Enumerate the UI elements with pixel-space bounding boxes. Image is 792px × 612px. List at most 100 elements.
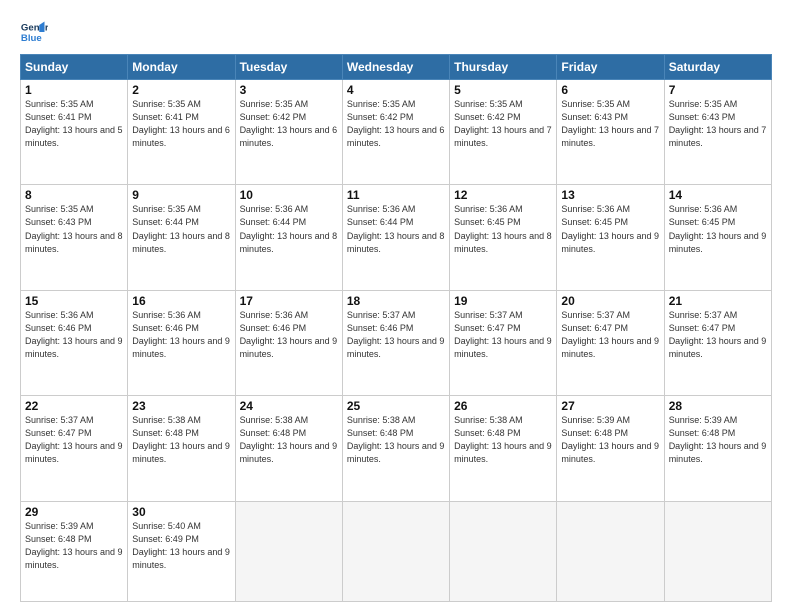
day-number: 19 — [454, 294, 552, 308]
weekday-header: Thursday — [450, 55, 557, 80]
day-number: 4 — [347, 83, 445, 97]
day-number: 8 — [25, 188, 123, 202]
svg-text:Blue: Blue — [21, 33, 42, 44]
day-info: Sunrise: 5:36 AMSunset: 6:45 PMDaylight:… — [669, 203, 767, 255]
day-info: Sunrise: 5:35 AMSunset: 6:42 PMDaylight:… — [347, 98, 445, 150]
calendar-day-cell: 22Sunrise: 5:37 AMSunset: 6:47 PMDayligh… — [21, 396, 128, 501]
calendar-day-cell: 23Sunrise: 5:38 AMSunset: 6:48 PMDayligh… — [128, 396, 235, 501]
day-number: 17 — [240, 294, 338, 308]
day-number: 13 — [561, 188, 659, 202]
calendar-day-cell: 10Sunrise: 5:36 AMSunset: 6:44 PMDayligh… — [235, 185, 342, 290]
calendar-day-cell: 3Sunrise: 5:35 AMSunset: 6:42 PMDaylight… — [235, 80, 342, 185]
calendar-day-cell: 9Sunrise: 5:35 AMSunset: 6:44 PMDaylight… — [128, 185, 235, 290]
calendar-day-cell — [450, 501, 557, 601]
weekday-header: Monday — [128, 55, 235, 80]
day-number: 24 — [240, 399, 338, 413]
calendar-day-cell: 21Sunrise: 5:37 AMSunset: 6:47 PMDayligh… — [664, 290, 771, 395]
calendar-week-row: 1 Sunrise: 5:35 AMSunset: 6:41 PMDaylight… — [21, 80, 772, 185]
day-number: 6 — [561, 83, 659, 97]
calendar-day-cell: 6Sunrise: 5:35 AMSunset: 6:43 PMDaylight… — [557, 80, 664, 185]
weekday-header: Sunday — [21, 55, 128, 80]
day-info: Sunrise: 5:40 AMSunset: 6:49 PMDaylight:… — [132, 520, 230, 572]
day-info: Sunrise: 5:37 AMSunset: 6:46 PMDaylight:… — [347, 309, 445, 361]
calendar-day-cell: 12Sunrise: 5:36 AMSunset: 6:45 PMDayligh… — [450, 185, 557, 290]
calendar-day-cell: 15Sunrise: 5:36 AMSunset: 6:46 PMDayligh… — [21, 290, 128, 395]
day-info: Sunrise: 5:37 AMSunset: 6:47 PMDaylight:… — [561, 309, 659, 361]
day-number: 2 — [132, 83, 230, 97]
calendar-day-cell: 1Sunrise: 5:35 AMSunset: 6:41 PMDaylight… — [21, 80, 128, 185]
day-info: Sunrise: 5:35 AMSunset: 6:42 PMDaylight:… — [454, 98, 552, 150]
calendar-day-cell: 13Sunrise: 5:36 AMSunset: 6:45 PMDayligh… — [557, 185, 664, 290]
day-info: Sunrise: 5:39 AMSunset: 6:48 PMDaylight:… — [25, 520, 123, 572]
calendar-day-cell: 14Sunrise: 5:36 AMSunset: 6:45 PMDayligh… — [664, 185, 771, 290]
day-info: Sunrise: 5:36 AMSunset: 6:46 PMDaylight:… — [240, 309, 338, 361]
day-info: Sunrise: 5:38 AMSunset: 6:48 PMDaylight:… — [240, 414, 338, 466]
calendar-week-row: 29Sunrise: 5:39 AMSunset: 6:48 PMDayligh… — [21, 501, 772, 601]
calendar-day-cell: 25Sunrise: 5:38 AMSunset: 6:48 PMDayligh… — [342, 396, 449, 501]
day-number: 1 — [25, 83, 123, 97]
day-number: 18 — [347, 294, 445, 308]
calendar-day-cell: 19Sunrise: 5:37 AMSunset: 6:47 PMDayligh… — [450, 290, 557, 395]
day-number: 20 — [561, 294, 659, 308]
calendar-day-cell: 4Sunrise: 5:35 AMSunset: 6:42 PMDaylight… — [342, 80, 449, 185]
day-info: Sunrise: 5:35 AMSunset: 6:43 PMDaylight:… — [669, 98, 767, 150]
day-number: 16 — [132, 294, 230, 308]
day-info: Sunrise: 5:38 AMSunset: 6:48 PMDaylight:… — [454, 414, 552, 466]
calendar-day-cell: 17Sunrise: 5:36 AMSunset: 6:46 PMDayligh… — [235, 290, 342, 395]
calendar-day-cell: 11Sunrise: 5:36 AMSunset: 6:44 PMDayligh… — [342, 185, 449, 290]
calendar-day-cell — [235, 501, 342, 601]
day-info: Sunrise: 5:36 AMSunset: 6:45 PMDaylight:… — [454, 203, 552, 255]
day-info: Sunrise: 5:39 AMSunset: 6:48 PMDaylight:… — [561, 414, 659, 466]
calendar-day-cell: 8Sunrise: 5:35 AMSunset: 6:43 PMDaylight… — [21, 185, 128, 290]
calendar-day-cell: 20Sunrise: 5:37 AMSunset: 6:47 PMDayligh… — [557, 290, 664, 395]
calendar-day-cell: 7Sunrise: 5:35 AMSunset: 6:43 PMDaylight… — [664, 80, 771, 185]
weekday-header-row: SundayMondayTuesdayWednesdayThursdayFrid… — [21, 55, 772, 80]
calendar-day-cell: 24Sunrise: 5:38 AMSunset: 6:48 PMDayligh… — [235, 396, 342, 501]
day-number: 11 — [347, 188, 445, 202]
calendar-week-row: 22Sunrise: 5:37 AMSunset: 6:47 PMDayligh… — [21, 396, 772, 501]
day-info: Sunrise: 5:37 AMSunset: 6:47 PMDaylight:… — [454, 309, 552, 361]
calendar-day-cell: 5Sunrise: 5:35 AMSunset: 6:42 PMDaylight… — [450, 80, 557, 185]
day-info: Sunrise: 5:37 AMSunset: 6:47 PMDaylight:… — [25, 414, 123, 466]
weekday-header: Friday — [557, 55, 664, 80]
day-info: Sunrise: 5:38 AMSunset: 6:48 PMDaylight:… — [132, 414, 230, 466]
calendar-day-cell: 27Sunrise: 5:39 AMSunset: 6:48 PMDayligh… — [557, 396, 664, 501]
day-info: Sunrise: 5:37 AMSunset: 6:47 PMDaylight:… — [669, 309, 767, 361]
calendar-day-cell: 2Sunrise: 5:35 AMSunset: 6:41 PMDaylight… — [128, 80, 235, 185]
calendar-week-row: 8Sunrise: 5:35 AMSunset: 6:43 PMDaylight… — [21, 185, 772, 290]
calendar-day-cell: 30Sunrise: 5:40 AMSunset: 6:49 PMDayligh… — [128, 501, 235, 601]
day-info: Sunrise: 5:39 AMSunset: 6:48 PMDaylight:… — [669, 414, 767, 466]
day-info: Sunrise: 5:36 AMSunset: 6:45 PMDaylight:… — [561, 203, 659, 255]
day-number: 25 — [347, 399, 445, 413]
calendar-day-cell: 18Sunrise: 5:37 AMSunset: 6:46 PMDayligh… — [342, 290, 449, 395]
page: General Blue SundayMondayTuesdayWednesda… — [0, 0, 792, 612]
calendar-table: SundayMondayTuesdayWednesdayThursdayFrid… — [20, 54, 772, 602]
calendar-day-cell — [342, 501, 449, 601]
calendar-day-cell: 26Sunrise: 5:38 AMSunset: 6:48 PMDayligh… — [450, 396, 557, 501]
day-number: 5 — [454, 83, 552, 97]
day-number: 23 — [132, 399, 230, 413]
day-info: Sunrise: 5:36 AMSunset: 6:46 PMDaylight:… — [25, 309, 123, 361]
day-number: 26 — [454, 399, 552, 413]
logo-icon: General Blue — [20, 18, 48, 46]
day-number: 9 — [132, 188, 230, 202]
day-number: 30 — [132, 505, 230, 519]
day-number: 27 — [561, 399, 659, 413]
day-info: Sunrise: 5:35 AMSunset: 6:41 PMDaylight:… — [132, 98, 230, 150]
logo: General Blue — [20, 18, 48, 46]
weekday-header: Saturday — [664, 55, 771, 80]
day-info: Sunrise: 5:35 AMSunset: 6:42 PMDaylight:… — [240, 98, 338, 150]
day-info: Sunrise: 5:36 AMSunset: 6:46 PMDaylight:… — [132, 309, 230, 361]
day-number: 22 — [25, 399, 123, 413]
day-info: Sunrise: 5:35 AMSunset: 6:43 PMDaylight:… — [561, 98, 659, 150]
day-info: Sunrise: 5:35 AMSunset: 6:43 PMDaylight:… — [25, 203, 123, 255]
calendar-day-cell: 29Sunrise: 5:39 AMSunset: 6:48 PMDayligh… — [21, 501, 128, 601]
day-number: 15 — [25, 294, 123, 308]
calendar-day-cell — [557, 501, 664, 601]
day-number: 29 — [25, 505, 123, 519]
day-info: Sunrise: 5:35 AMSunset: 6:44 PMDaylight:… — [132, 203, 230, 255]
day-info: Sunrise: 5:38 AMSunset: 6:48 PMDaylight:… — [347, 414, 445, 466]
calendar-week-row: 15Sunrise: 5:36 AMSunset: 6:46 PMDayligh… — [21, 290, 772, 395]
calendar-day-cell: 28Sunrise: 5:39 AMSunset: 6:48 PMDayligh… — [664, 396, 771, 501]
day-info: Sunrise: 5:36 AMSunset: 6:44 PMDaylight:… — [240, 203, 338, 255]
